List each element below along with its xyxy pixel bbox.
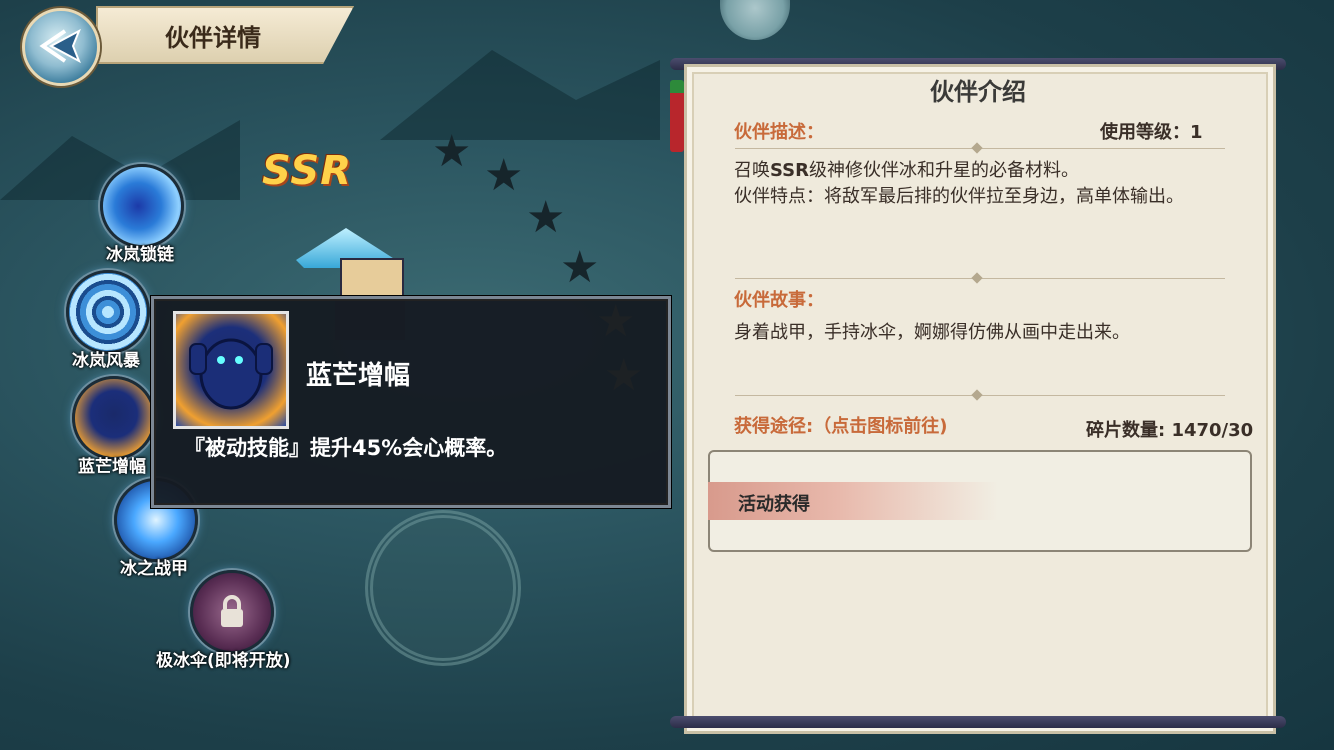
tooltip-skill-description: 『被动技能』提升45%会心概率。	[184, 436, 508, 460]
blue-boost-icon	[72, 376, 156, 460]
description-label: 伙伴描述：	[734, 122, 824, 143]
mountain-decoration	[380, 50, 660, 140]
skill-label: 冰岚风暴	[72, 351, 140, 371]
story-text: 身着战甲，手持冰伞，婀娜得仿佛从画中走出来。	[734, 322, 1130, 343]
source-label: 获得途径:（点击图标前往)	[734, 416, 948, 437]
lock-icon	[190, 570, 274, 654]
description-line-2: 伙伴特点：将敌军最后排的伙伴拉至身边，高单体输出。	[734, 186, 1184, 207]
description-line-1: 召唤SSR级神修伙伴冰和升星的必备材料。	[734, 160, 1079, 181]
skill-ice-chain[interactable]: 冰岚锁链	[100, 164, 184, 265]
skill-label: 冰岚锁链	[106, 245, 174, 265]
star-icon: ★	[560, 242, 600, 293]
shard-count: 碎片数量: 1470/30	[1086, 420, 1254, 441]
blue-boost-icon	[173, 311, 289, 429]
divider	[735, 142, 1225, 154]
ice-chain-icon	[100, 164, 184, 248]
skill-ice-storm[interactable]: 冰岚风暴	[66, 270, 150, 371]
source-item-activity[interactable]: 活动获得	[708, 482, 998, 520]
star-icon: ★	[526, 192, 566, 243]
skill-label: 冰之战甲	[120, 559, 188, 579]
tassel-decoration	[670, 80, 684, 152]
ice-storm-icon	[66, 270, 150, 354]
story-label: 伙伴故事：	[734, 290, 824, 311]
use-level: 使用等级：1	[1100, 122, 1203, 143]
moon-decoration	[720, 0, 790, 40]
yinyang-decoration	[365, 510, 521, 666]
divider	[735, 272, 1225, 284]
star-icon: ★	[432, 126, 472, 177]
rarity-badge: SSR	[262, 148, 352, 194]
back-button[interactable]	[22, 8, 100, 86]
back-arrow-icon	[39, 28, 81, 64]
skill-label: 极冰伞(即将开放)	[156, 651, 291, 671]
source-item-label: 活动获得	[738, 494, 810, 515]
tooltip-skill-name: 蓝芒增幅	[306, 361, 411, 391]
skill-tooltip: 蓝芒增幅 『被动技能』提升45%会心概率。	[151, 296, 671, 508]
skill-ice-umbrella-locked[interactable]: 极冰伞(即将开放)	[156, 570, 291, 671]
panel-title: 伙伴介绍	[930, 78, 1026, 106]
star-icon: ★	[484, 150, 524, 201]
scroll-rod-bottom	[670, 716, 1286, 728]
skill-label: 蓝芒增幅	[78, 457, 146, 477]
divider	[735, 389, 1225, 401]
page-title: 伙伴详情	[165, 24, 261, 52]
skill-blue-boost[interactable]: 蓝芒增幅	[72, 376, 156, 477]
